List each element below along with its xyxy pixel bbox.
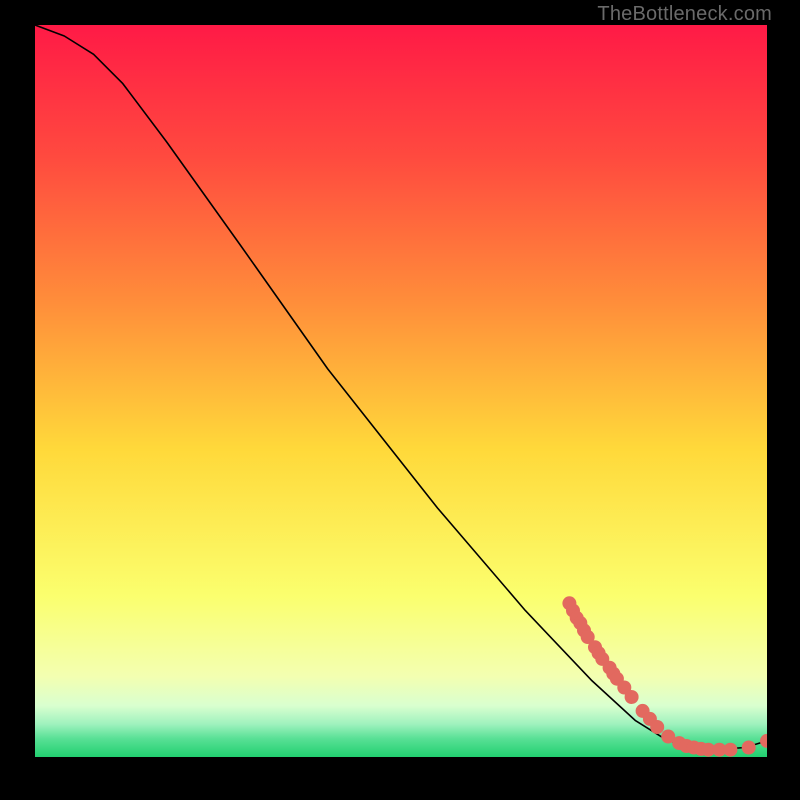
scatter-point xyxy=(625,690,639,704)
branding-watermark: TheBottleneck.com xyxy=(597,3,772,26)
chart-container: TheBottleneck.com xyxy=(0,0,800,800)
scatter-point xyxy=(742,741,756,755)
scatter-point xyxy=(650,720,664,734)
plot-area xyxy=(35,25,767,757)
gradient-background xyxy=(35,25,767,757)
scatter-point xyxy=(723,743,737,757)
chart-svg xyxy=(35,25,767,757)
